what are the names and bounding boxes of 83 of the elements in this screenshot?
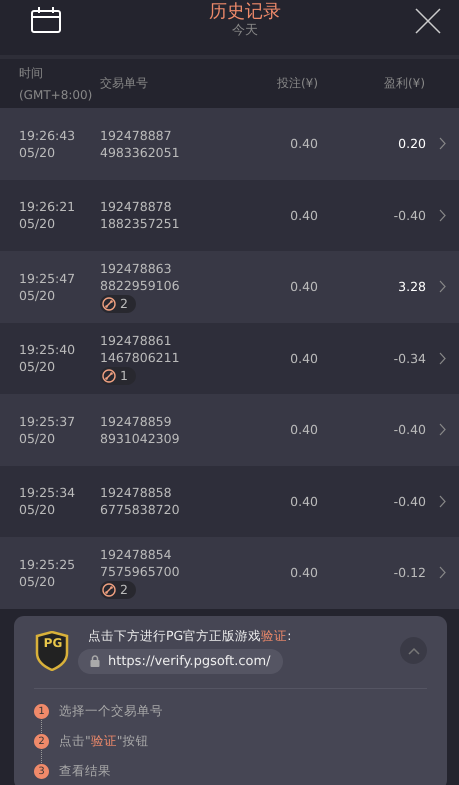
bet-amount: 0.40 bbox=[289, 279, 318, 294]
column-header: 投注(¥) bbox=[276, 75, 318, 92]
time-text: 19:25:47 bbox=[19, 270, 76, 287]
date-text: 05/20 bbox=[19, 430, 56, 447]
order-number: 192478878 bbox=[100, 198, 173, 216]
lock-icon bbox=[90, 655, 100, 667]
chevron-right-icon bbox=[439, 280, 446, 294]
time-text: 19:26:21 bbox=[19, 198, 76, 216]
bet-amount: 0.40 bbox=[289, 494, 318, 509]
history-row[interactable]: 19:25:34 05/20 192478858 6775838720 0.40 -0.40 bbox=[0, 466, 459, 537]
time-text: 19:25:34 bbox=[19, 484, 76, 502]
close-icon[interactable] bbox=[415, 8, 441, 34]
order-number: 192478859 bbox=[100, 412, 173, 430]
free-spin-badge: 1 bbox=[100, 366, 136, 385]
order-number: 192478854 bbox=[100, 546, 173, 564]
history-row[interactable]: 19:25:40 05/20 192478861 1467806211 1 0.40 -0.34 bbox=[0, 322, 459, 394]
date-text: 05/20 bbox=[19, 215, 56, 232]
verify-link[interactable]: https://verify.pgsoft.com/ bbox=[78, 648, 283, 674]
order-number: 8822959106 bbox=[100, 277, 181, 294]
date-text: 05/20 bbox=[19, 572, 56, 590]
chevron-right-icon bbox=[439, 566, 446, 580]
spin-icon bbox=[102, 297, 116, 312]
free-spin-badge: 2 bbox=[100, 581, 136, 600]
spin-icon bbox=[102, 583, 116, 598]
date-text: 05/20 bbox=[19, 286, 56, 304]
order-number: 6775838720 bbox=[100, 501, 181, 518]
column-header: 交易单号 bbox=[100, 75, 149, 92]
time-text: 19:25:37 bbox=[19, 412, 76, 430]
bet-amount: 0.40 bbox=[289, 565, 318, 580]
bet-amount: 0.40 bbox=[289, 422, 318, 438]
history-row[interactable]: 19:26:43 05/20 192478887 4983362051 0.40 0.20 bbox=[0, 108, 459, 180]
order-number: 1882357251 bbox=[100, 215, 181, 232]
history-row[interactable]: 19:25:47 05/20 192478863 8822959106 2 0.40 3.28 bbox=[0, 251, 459, 322]
history-row[interactable]: 19:25:25 05/20 192478854 7575965700 2 0.40 -0.12 bbox=[0, 537, 459, 608]
column-header: 时间 bbox=[19, 65, 44, 82]
verify-message: 点击下方进行PG官方正版游戏验证: bbox=[87, 628, 292, 644]
bet-amount: 0.40 bbox=[289, 350, 318, 366]
pg-logo-text: PG bbox=[42, 636, 64, 650]
order-number: 1467806211 bbox=[100, 348, 181, 366]
step-number: 3 bbox=[34, 764, 49, 778]
step-text: 点击"验证"按钮 bbox=[59, 732, 148, 750]
chevron-right-icon bbox=[439, 137, 446, 150]
date-text: 05/20 bbox=[19, 144, 56, 161]
chevron-right-icon bbox=[439, 208, 446, 222]
date-filter[interactable]: 今天 bbox=[232, 22, 258, 38]
date-text: 05/20 bbox=[19, 501, 56, 518]
order-number: 192478861 bbox=[100, 332, 173, 349]
free-spin-badge: 2 bbox=[100, 295, 136, 314]
bet-amount: 0.40 bbox=[289, 208, 318, 223]
profit-amount: -0.40 bbox=[392, 494, 426, 509]
step-number: 2 bbox=[34, 734, 49, 748]
column-header: (GMT+8:00) bbox=[19, 88, 94, 102]
history-row[interactable]: 19:25:37 05/20 192478859 8931042309 0.40 -0.40 bbox=[0, 394, 459, 466]
profit-amount: -0.40 bbox=[392, 208, 426, 223]
chevron-right-icon bbox=[439, 494, 446, 508]
profit-amount: -0.40 bbox=[392, 422, 426, 438]
profit-amount: -0.12 bbox=[392, 565, 426, 580]
profit-amount: 0.20 bbox=[397, 136, 426, 152]
history-row[interactable]: 19:26:21 05/20 192478878 1882357251 0.40 -0.40 bbox=[0, 180, 459, 251]
calendar-icon[interactable] bbox=[31, 6, 61, 32]
bet-amount: 0.40 bbox=[289, 136, 318, 152]
time-text: 19:25:25 bbox=[19, 556, 76, 573]
spin-icon bbox=[102, 368, 116, 383]
order-number: 192478887 bbox=[100, 126, 173, 144]
step-text: 查看结果 bbox=[59, 762, 111, 780]
chevron-right-icon bbox=[439, 423, 446, 436]
order-number: 7575965700 bbox=[100, 563, 181, 580]
order-number: 192478858 bbox=[100, 484, 173, 502]
order-number: 8931042309 bbox=[100, 430, 181, 447]
column-header: 盈利(¥) bbox=[383, 75, 425, 92]
page-title: 历史记录 bbox=[209, 0, 281, 22]
pg-shield-icon bbox=[35, 630, 69, 670]
chevron-right-icon bbox=[439, 352, 446, 365]
step-number: 1 bbox=[34, 704, 49, 718]
date-text: 05/20 bbox=[19, 358, 56, 376]
order-number: 192478863 bbox=[100, 260, 173, 278]
step-text: 选择一个交易单号 bbox=[59, 702, 163, 720]
profit-amount: -0.34 bbox=[392, 350, 426, 366]
order-number: 4983362051 bbox=[100, 144, 181, 161]
time-text: 19:25:40 bbox=[19, 341, 76, 358]
profit-amount: 3.28 bbox=[397, 279, 426, 294]
chevron-up-icon bbox=[408, 646, 420, 654]
time-text: 19:26:43 bbox=[19, 126, 76, 144]
